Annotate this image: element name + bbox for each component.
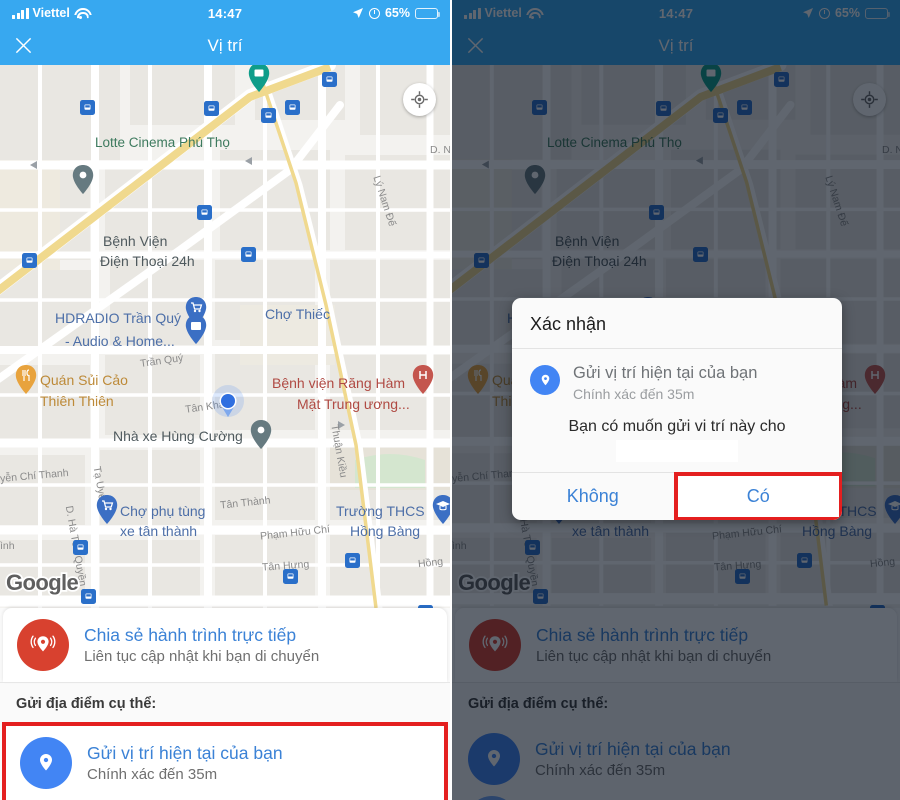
location-arrow-icon bbox=[352, 8, 363, 18]
map-poi-label: Thiên Thiên bbox=[40, 393, 114, 409]
bus-stop-icon[interactable] bbox=[285, 100, 300, 115]
map-poi-label: Nhà xe Hùng Cường bbox=[113, 428, 243, 444]
live-share-subtitle: Liên tục cập nhật khi bạn di chuyển bbox=[84, 647, 320, 665]
bus-stop-icon[interactable] bbox=[345, 553, 360, 568]
map-poi-label: Lotte Cinema Phú Thọ bbox=[95, 135, 230, 150]
gps-crosshair-icon bbox=[411, 91, 428, 108]
battery-icon bbox=[415, 7, 440, 19]
map-pin-shop[interactable] bbox=[185, 315, 207, 344]
map-poi-label: Trường THCS bbox=[336, 503, 425, 519]
map-pin-bus-station[interactable] bbox=[250, 420, 272, 449]
bus-stop-icon[interactable] bbox=[73, 540, 88, 555]
no-button[interactable]: Không bbox=[512, 473, 674, 520]
map-poi-label: Bệnh viện Răng Hàm bbox=[272, 375, 406, 391]
bus-stop-icon[interactable] bbox=[283, 569, 298, 584]
confirmation-dialog: Xác nhận Gửi vị trí hiện tại của bạn Chí… bbox=[512, 298, 842, 520]
dialog-location-text: Gửi vị trí hiện tại của bạn Chính xác đế… bbox=[573, 363, 757, 403]
send-current-location-row[interactable]: Gửi vị trí hiện tại của bạn Chính xác đế… bbox=[6, 726, 444, 800]
dialog-question: Bạn có muốn gửi vi trí này cho bbox=[568, 417, 786, 435]
map-pin-hospital-h[interactable] bbox=[412, 365, 434, 394]
alarm-icon bbox=[368, 7, 380, 19]
send-current-location-title: Gửi vị trí hiện tại của bạn bbox=[87, 742, 283, 763]
bus-stop-icon[interactable] bbox=[241, 247, 256, 262]
live-location-broadcast-icon bbox=[17, 619, 69, 671]
map-poi-label: Hồng Bàng bbox=[350, 523, 421, 539]
bottom-sheet: Chia sẻ hành trình trực tiếp Liên tục cậ… bbox=[0, 608, 450, 800]
map-poi-label: Mặt Trung ương... bbox=[297, 396, 410, 412]
yes-button[interactable]: Có bbox=[673, 471, 842, 520]
comparison-stage: Viettel 14:47 65% Vị trí Lotte Cinema Ph… bbox=[0, 0, 900, 800]
map-pin-hospital[interactable] bbox=[72, 165, 94, 194]
status-bar: Viettel 14:47 65% bbox=[0, 0, 450, 26]
map-pin-restaurant[interactable] bbox=[15, 365, 37, 394]
nav-bar: Vị trí bbox=[0, 26, 450, 65]
location-pin-icon bbox=[20, 737, 72, 789]
dialog-body: Gửi vị trí hiện tại của bạn Chính xác đế… bbox=[512, 349, 842, 472]
send-specific-header: Gửi địa điểm cụ thể: bbox=[16, 696, 157, 712]
bus-stop-icon[interactable] bbox=[81, 589, 96, 604]
map-poi-label: xe tân thành bbox=[120, 523, 198, 539]
map-pin-parts-market[interactable] bbox=[96, 495, 118, 524]
map-poi-label: HDRADIO Trần Quý bbox=[55, 310, 182, 326]
live-share-text: Chia sẻ hành trình trực tiếp Liên tục cậ… bbox=[84, 624, 319, 667]
status-bar-right: 65% bbox=[352, 6, 440, 20]
map-canvas[interactable]: Lotte Cinema Phú Thọ Bệnh Viện Điện Thoạ… bbox=[0, 65, 450, 608]
dialog-item-title: Gửi vị trí hiện tại của bạn bbox=[573, 364, 758, 382]
bus-stop-icon[interactable] bbox=[261, 108, 276, 123]
dialog-actions: Không Có bbox=[512, 471, 842, 520]
bus-stop-icon[interactable] bbox=[322, 72, 337, 87]
dialog-item-subtitle: Chính xác đến 35m bbox=[573, 385, 695, 402]
send-current-location-text: Gửi vị trí hiện tại của bạn Chính xác đế… bbox=[87, 742, 283, 785]
live-share-row[interactable]: Chia sẻ hành trình trực tiếp Liên tục cậ… bbox=[3, 608, 447, 682]
bus-stop-icon[interactable] bbox=[197, 205, 212, 220]
map-street-label: D. N bbox=[430, 144, 450, 156]
bus-stop-icon[interactable] bbox=[22, 253, 37, 268]
screen-before: Viettel 14:47 65% Vị trí Lotte Cinema Ph… bbox=[0, 0, 450, 800]
send-current-location-subtitle: Chính xác đến 35m bbox=[87, 765, 218, 783]
map-street-label: ình bbox=[0, 540, 15, 552]
map-poi-label: Chợ phụ tùng bbox=[120, 503, 206, 519]
google-logo: Google bbox=[4, 568, 80, 597]
live-share-card[interactable]: Chia sẻ hành trình trực tiếp Liên tục cậ… bbox=[3, 608, 447, 682]
location-pin-icon bbox=[530, 365, 560, 395]
map-poi-label: Bệnh Viện bbox=[103, 233, 168, 249]
gps-locate-button[interactable] bbox=[403, 83, 436, 116]
map-poi-label: Chợ Thiếc bbox=[265, 306, 330, 322]
bus-stop-icon[interactable] bbox=[80, 100, 95, 115]
dialog-location-item: Gửi vị trí hiện tại của bạn Chính xác đế… bbox=[530, 363, 824, 403]
page-title: Vị trí bbox=[207, 35, 243, 55]
dialog-recipient-redacted bbox=[616, 439, 738, 462]
map-poi-label: Quán Sủi Cảo bbox=[40, 372, 128, 388]
map-poi-label: - Audio & Home... bbox=[65, 333, 175, 349]
map-pin-school[interactable] bbox=[432, 495, 450, 524]
current-location-marker bbox=[210, 385, 246, 421]
dialog-title: Xác nhận bbox=[530, 314, 607, 334]
map-poi-label: Điện Thoại 24h bbox=[100, 253, 195, 269]
bus-stop-icon[interactable] bbox=[204, 101, 219, 116]
battery-percent-label: 65% bbox=[384, 6, 410, 20]
live-share-title: Chia sẻ hành trình trực tiếp bbox=[84, 624, 297, 645]
map-drag-handle[interactable] bbox=[194, 599, 256, 604]
send-current-location-highlight: Gửi vị trí hiện tại của bạn Chính xác đế… bbox=[2, 722, 448, 800]
map-pin-cinema[interactable] bbox=[248, 65, 270, 92]
screen-after: Viettel 14:47 65% Vị trí bbox=[450, 0, 900, 800]
